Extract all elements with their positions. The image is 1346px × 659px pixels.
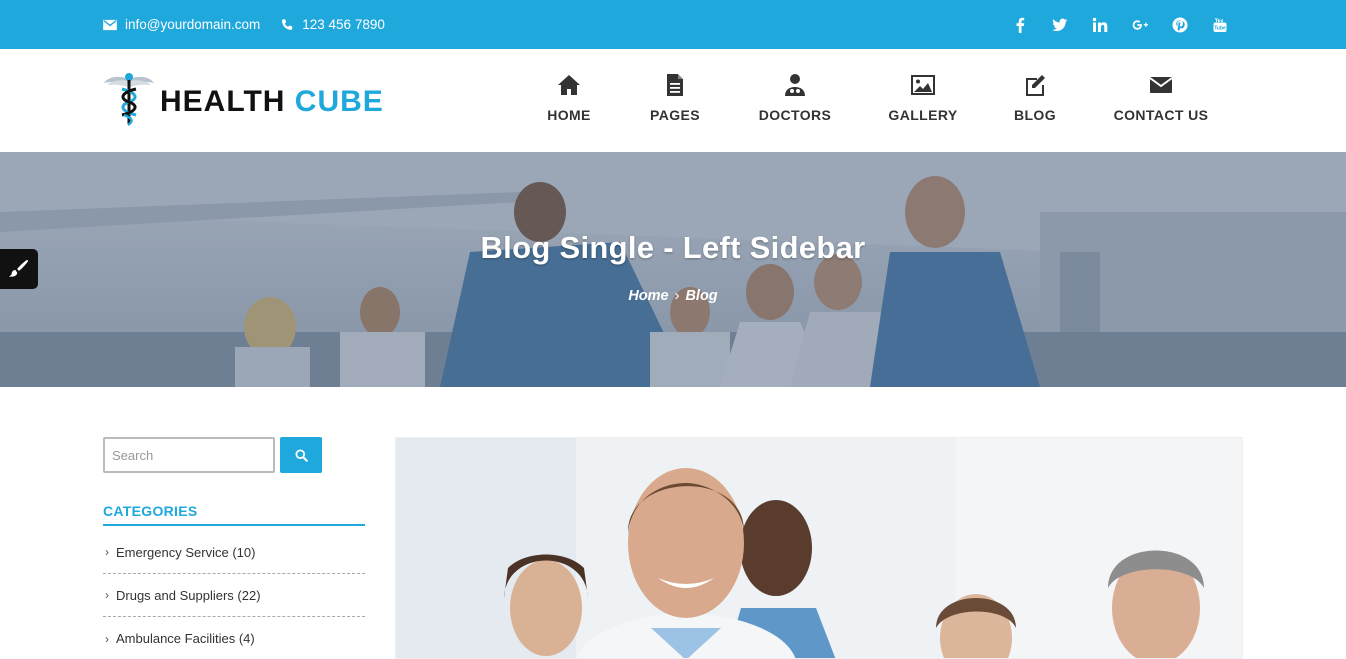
category-label: Ambulance Facilities (4) xyxy=(116,631,255,646)
page-hero: Blog Single - Left Sidebar Home › Blog xyxy=(0,152,1346,387)
nav-contact-us[interactable]: CONTACT US xyxy=(1113,73,1209,123)
phone-item[interactable]: 123 456 7890 xyxy=(280,17,385,32)
top-bar: info@yourdomain.com 123 456 7890 Tube xyxy=(0,0,1346,49)
categories-title: CATEGORIES xyxy=(103,503,365,526)
contact-info: info@yourdomain.com 123 456 7890 xyxy=(103,0,405,49)
breadcrumb-blog: Blog xyxy=(685,288,718,304)
home-icon xyxy=(558,75,580,95)
search-icon xyxy=(294,448,308,462)
nav-blog-label: BLOG xyxy=(1013,107,1057,123)
phone-text: 123 456 7890 xyxy=(302,17,385,32)
envelope-icon xyxy=(1149,77,1173,93)
breadcrumb-home[interactable]: Home xyxy=(628,288,668,304)
phone-icon xyxy=(282,18,293,30)
search-input[interactable] xyxy=(103,437,275,473)
style-switcher-toggle[interactable] xyxy=(0,249,38,289)
search-button[interactable] xyxy=(280,437,322,473)
nav-pages[interactable]: PAGES xyxy=(649,73,701,123)
breadcrumb-separator: › xyxy=(674,288,680,304)
social-links: Tube xyxy=(988,0,1228,49)
chevron-right-icon: › xyxy=(105,545,109,559)
nav-home-label: HOME xyxy=(547,107,591,123)
svg-text:Tube: Tube xyxy=(1214,25,1226,31)
nav-home[interactable]: HOME xyxy=(545,73,593,123)
main-nav: HOME PAGES DOCTORS GALLERY BLOG CONTACT … xyxy=(0,73,1346,133)
hero-overlay xyxy=(0,152,1346,387)
category-label: Drugs and Suppliers (22) xyxy=(116,587,261,603)
email-item[interactable]: info@yourdomain.com xyxy=(103,17,260,32)
category-item[interactable]: › Ambulance Facilities (4) xyxy=(103,617,365,659)
category-item[interactable]: › Drugs and Suppliers (22) xyxy=(103,574,365,617)
categories-list: › Emergency Service (10) › Drugs and Sup… xyxy=(103,531,365,659)
email-text: info@yourdomain.com xyxy=(125,17,261,32)
nav-gallery-label: GALLERY xyxy=(888,107,958,123)
doctors-photo xyxy=(396,438,1242,658)
page-title: Blog Single - Left Sidebar xyxy=(480,230,866,265)
nav-blog[interactable]: BLOG xyxy=(1013,73,1057,123)
envelope-small-icon xyxy=(103,19,117,30)
paintbrush-icon xyxy=(8,259,29,277)
linkedin-icon[interactable] xyxy=(1092,17,1108,33)
doctor-icon xyxy=(785,74,805,96)
document-icon xyxy=(667,74,683,96)
main-header: HEALTH CUBE HOME PAGES DOCTORS GALLERY B… xyxy=(0,49,1346,152)
nav-doctors-label: DOCTORS xyxy=(758,107,832,123)
google-plus-icon[interactable] xyxy=(1132,17,1148,33)
category-item[interactable]: › Emergency Service (10) xyxy=(103,531,365,574)
post-featured-image xyxy=(395,437,1243,659)
facebook-icon[interactable] xyxy=(1012,17,1028,33)
chevron-right-icon: › xyxy=(105,631,109,646)
nav-gallery[interactable]: GALLERY xyxy=(888,73,958,123)
twitter-icon[interactable] xyxy=(1052,17,1068,33)
breadcrumb: Home › Blog xyxy=(0,288,1346,304)
image-icon xyxy=(911,75,935,95)
edit-icon xyxy=(1026,75,1045,96)
nav-contact-label: CONTACT US xyxy=(1113,107,1209,123)
category-label: Emergency Service (10) xyxy=(116,544,256,560)
pinterest-icon[interactable] xyxy=(1172,17,1188,33)
nav-pages-label: PAGES xyxy=(650,107,700,123)
chevron-right-icon: › xyxy=(105,588,109,602)
nav-doctors[interactable]: DOCTORS xyxy=(758,73,832,123)
youtube-icon[interactable]: Tube xyxy=(1212,17,1228,33)
